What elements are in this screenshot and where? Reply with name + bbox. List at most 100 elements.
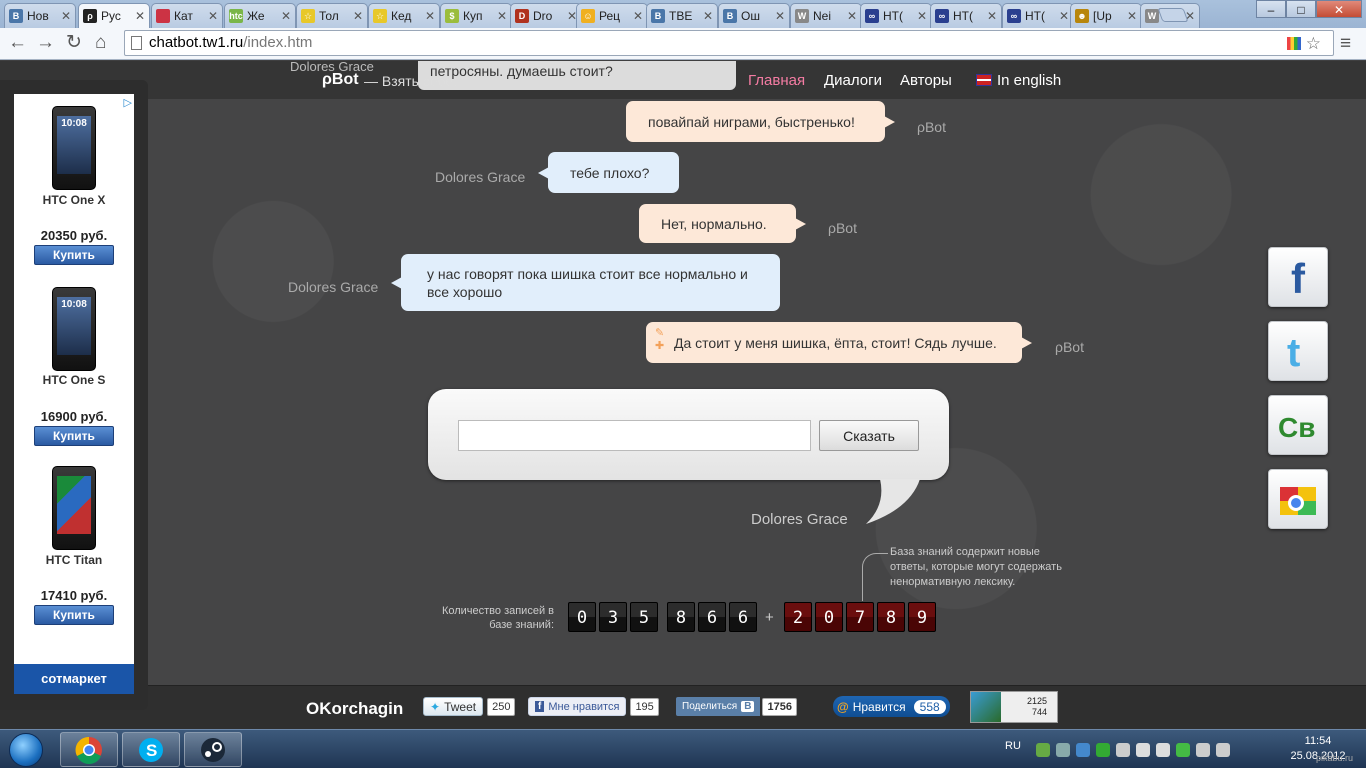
site-tagline[interactable]: — Взять себе! — [364, 73, 457, 89]
tray-icon[interactable] — [1116, 742, 1130, 757]
extension-icon[interactable] — [1287, 37, 1301, 50]
product-name[interactable]: HTC One X — [14, 193, 134, 207]
browser-tab[interactable]: ☺ Рец ✕ — [576, 3, 648, 28]
home-icon[interactable]: ⌂ — [95, 32, 106, 54]
browser-tab[interactable]: B Нов ✕ — [4, 3, 76, 28]
mail-like-button[interactable]: @ Нравится 558 — [833, 696, 950, 717]
tab-close-icon[interactable]: ✕ — [497, 9, 507, 23]
product-name[interactable]: HTC One S — [14, 373, 134, 387]
tab-close-icon[interactable]: ✕ — [703, 9, 713, 23]
browser-tab[interactable]: Кат ✕ — [151, 3, 223, 28]
tray-icon[interactable] — [1056, 742, 1070, 757]
tab-favicon-icon: ☺ — [581, 9, 595, 23]
minimize-button[interactable]: – — [1256, 0, 1286, 18]
network-icon[interactable] — [1196, 742, 1210, 757]
buy-button[interactable]: Купить — [34, 245, 114, 265]
browser-tab[interactable]: B Ош ✕ — [718, 3, 790, 28]
wrench-menu-icon[interactable]: ≡ — [1340, 33, 1351, 55]
tab-close-icon[interactable]: ✕ — [1059, 9, 1069, 23]
phone-screen: 10:08 — [57, 297, 91, 355]
browser-tab[interactable]: W Nei ✕ — [790, 3, 862, 28]
vk-share-widget: Поделиться B 1756 — [676, 696, 797, 717]
browser-tab[interactable]: ☆ Тол ✕ — [296, 3, 368, 28]
chat-message-bot: Да стоит у меня шишка, ёпта, стоит! Сядь… — [646, 322, 1032, 363]
product-name[interactable]: HTC Titan — [14, 553, 134, 567]
buy-button[interactable]: Купить — [34, 426, 114, 446]
nav-authors[interactable]: Авторы — [900, 72, 952, 89]
buy-button[interactable]: Купить — [34, 605, 114, 625]
footer-brand[interactable]: OKorchagin — [306, 699, 403, 719]
browser-tab[interactable]: ∞ HT(✕ — [860, 3, 932, 28]
tab-title: HT( — [883, 9, 903, 23]
nav-english[interactable]: In english — [976, 72, 1061, 89]
tweet-button[interactable]: ✦ Tweet — [423, 697, 484, 716]
tab-close-icon[interactable]: ✕ — [425, 9, 435, 23]
flag-icon[interactable] — [1156, 742, 1170, 757]
tab-close-icon[interactable]: ✕ — [987, 9, 997, 23]
maximize-button[interactable]: □ — [1286, 0, 1316, 18]
browser-tab[interactable]: D Dro ✕ — [510, 3, 582, 28]
message-text: Да стоит у меня шишка, ёпта, стоит! Сядь… — [674, 334, 997, 351]
facebook-button[interactable]: f — [1268, 247, 1328, 307]
browser-tab[interactable]: $ Куп ✕ — [440, 3, 512, 28]
new-tab-button[interactable] — [1157, 8, 1189, 22]
browser-tab[interactable]: ☆ Кед ✕ — [368, 3, 440, 28]
tab-title: Dro — [533, 9, 553, 23]
taskbar-skype[interactable]: S — [122, 732, 180, 767]
phone-image[interactable]: 10:08 — [52, 106, 96, 190]
edit-pencil-icon[interactable]: ✎ ✚ — [655, 327, 664, 353]
phone-image[interactable] — [52, 466, 96, 550]
back-icon[interactable]: ← — [8, 32, 27, 54]
phone-image[interactable]: 10:08 — [52, 287, 96, 371]
tab-close-icon[interactable]: ✕ — [208, 9, 218, 23]
nav-dialogs[interactable]: Диалоги — [824, 72, 882, 89]
address-bar[interactable]: chatbot.tw1.ru/index.htm ☆ — [124, 30, 1334, 56]
tray-icon[interactable] — [1136, 742, 1150, 757]
taskbar-chrome[interactable] — [60, 732, 118, 767]
browser-tab[interactable]: ∞ HT(✕ — [1002, 3, 1074, 28]
vk-share-button[interactable]: Поделиться B — [676, 697, 761, 716]
message-input[interactable] — [458, 420, 811, 451]
nav-home[interactable]: Главная — [748, 72, 805, 89]
bookmark-star-icon[interactable]: ☆ — [1306, 32, 1321, 56]
sv-button[interactable]: Св — [1268, 395, 1328, 455]
tab-close-icon[interactable]: ✕ — [281, 9, 291, 23]
twitter-button[interactable]: t — [1268, 321, 1328, 381]
vk-share-label: Поделиться — [682, 701, 738, 712]
volume-icon[interactable] — [1216, 742, 1230, 757]
say-button[interactable]: Сказать — [819, 420, 919, 451]
taskbar-steam[interactable] — [184, 732, 242, 767]
fb-like-button[interactable]: f Мне нравится — [528, 697, 627, 716]
browser-tab[interactable]: ∞ HT(✕ — [930, 3, 1002, 28]
browser-tab[interactable]: ☻ [Up ✕ — [1070, 3, 1142, 28]
tab-close-icon[interactable]: ✕ — [917, 9, 927, 23]
google-button[interactable] — [1268, 469, 1328, 529]
adchoices-icon[interactable]: ▷ — [124, 96, 132, 109]
browser-tab[interactable]: htc Же ✕ — [224, 3, 296, 28]
mail-like-count: 558 — [913, 699, 946, 714]
site-logo[interactable]: ρBot — [322, 71, 359, 89]
forward-icon[interactable]: → — [36, 32, 55, 54]
tab-favicon-icon: ∞ — [1007, 9, 1021, 23]
tab-close-icon[interactable]: ✕ — [135, 9, 145, 23]
tab-close-icon[interactable]: ✕ — [633, 9, 643, 23]
message-author: ρBot — [917, 119, 946, 135]
browser-tab[interactable]: B ТВЕ ✕ — [646, 3, 718, 28]
tray-icon[interactable] — [1176, 742, 1190, 757]
tab-close-icon[interactable]: ✕ — [1127, 9, 1137, 23]
sotmarket-logo[interactable]: сотмаркет — [14, 664, 134, 694]
tab-close-icon[interactable]: ✕ — [847, 9, 857, 23]
tray-icon[interactable] — [1036, 742, 1050, 757]
keyboard-language[interactable]: RU — [1005, 740, 1021, 752]
start-button[interactable] — [4, 730, 48, 768]
stats-counter[interactable]: 2125 744 — [970, 691, 1058, 723]
svg-text:f: f — [1291, 257, 1306, 297]
reload-icon[interactable]: ↻ — [66, 32, 82, 54]
tray-icon[interactable] — [1096, 742, 1110, 757]
close-window-button[interactable]: ✕ — [1316, 0, 1362, 18]
tab-close-icon[interactable]: ✕ — [775, 9, 785, 23]
tab-close-icon[interactable]: ✕ — [353, 9, 363, 23]
browser-tab[interactable]: ρ Рус ✕ — [78, 3, 150, 28]
tray-icon[interactable] — [1076, 742, 1090, 757]
tab-close-icon[interactable]: ✕ — [61, 9, 71, 23]
